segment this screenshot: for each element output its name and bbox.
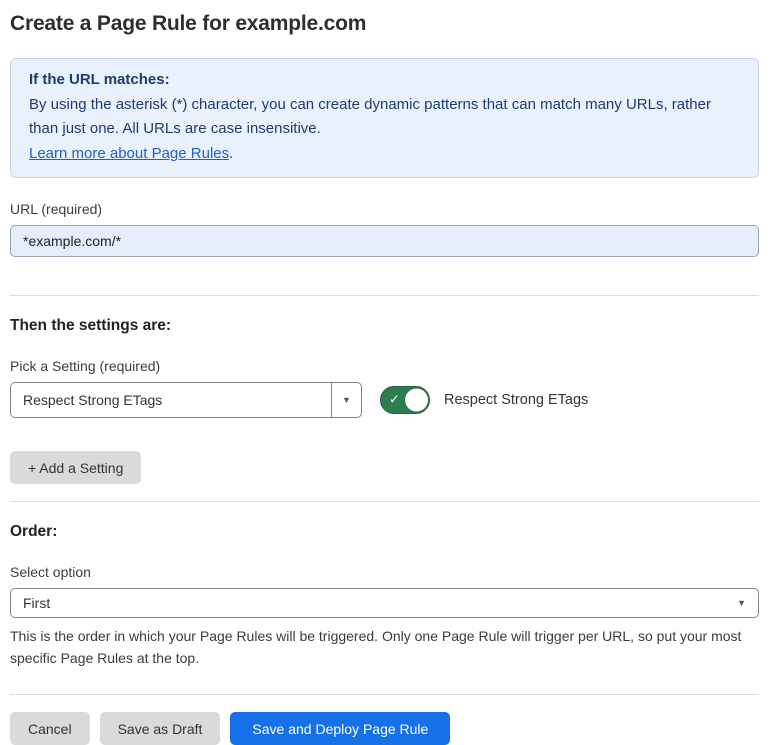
url-match-info-box: If the URL matches: By using the asteris… (10, 58, 759, 178)
divider-settings-order (10, 501, 759, 502)
check-icon: ✓ (389, 392, 400, 408)
setting-toggle-label: Respect Strong ETags (444, 392, 588, 408)
url-input[interactable] (10, 225, 759, 257)
form-actions: Cancel Save as Draft Save and Deploy Pag… (10, 712, 759, 745)
setting-dropdown[interactable]: Respect Strong ETags ▼ (10, 382, 362, 418)
settings-section-heading: Then the settings are: (10, 317, 759, 335)
info-box-body: By using the asterisk (*) character, you… (29, 93, 740, 142)
save-and-deploy-button[interactable]: Save and Deploy Page Rule (230, 712, 450, 745)
setting-toggle-group: ✓ Respect Strong ETags (380, 386, 588, 414)
order-select-label: Select option (10, 564, 759, 580)
setting-toggle[interactable]: ✓ (380, 386, 430, 414)
add-setting-button[interactable]: + Add a Setting (10, 451, 141, 484)
setting-picker-label: Pick a Setting (required) (10, 358, 759, 374)
order-select[interactable]: First ▼ (10, 588, 759, 618)
page-title: Create a Page Rule for example.com (10, 12, 759, 36)
chevron-down-icon: ▼ (737, 598, 746, 608)
cancel-button[interactable]: Cancel (10, 712, 90, 745)
chevron-down-icon[interactable]: ▼ (331, 383, 361, 417)
toggle-knob (405, 389, 428, 412)
order-help-text: This is the order in which your Page Rul… (10, 625, 759, 669)
link-suffix: . (229, 145, 233, 162)
info-box-heading: If the URL matches: (29, 68, 740, 93)
order-section-heading: Order: (10, 523, 759, 541)
order-select-value: First (23, 595, 737, 611)
save-as-draft-button[interactable]: Save as Draft (100, 712, 221, 745)
info-box-link-line: Learn more about Page Rules. (29, 142, 740, 167)
learn-more-link[interactable]: Learn more about Page Rules (29, 145, 229, 162)
setting-dropdown-value: Respect Strong ETags (11, 383, 331, 417)
divider-actions (10, 694, 759, 695)
url-field-label: URL (required) (10, 201, 759, 217)
setting-row: Respect Strong ETags ▼ ✓ Respect Strong … (10, 382, 759, 418)
create-page-rule-form: Create a Page Rule for example.com If th… (0, 0, 769, 745)
divider-url-settings (10, 295, 759, 296)
